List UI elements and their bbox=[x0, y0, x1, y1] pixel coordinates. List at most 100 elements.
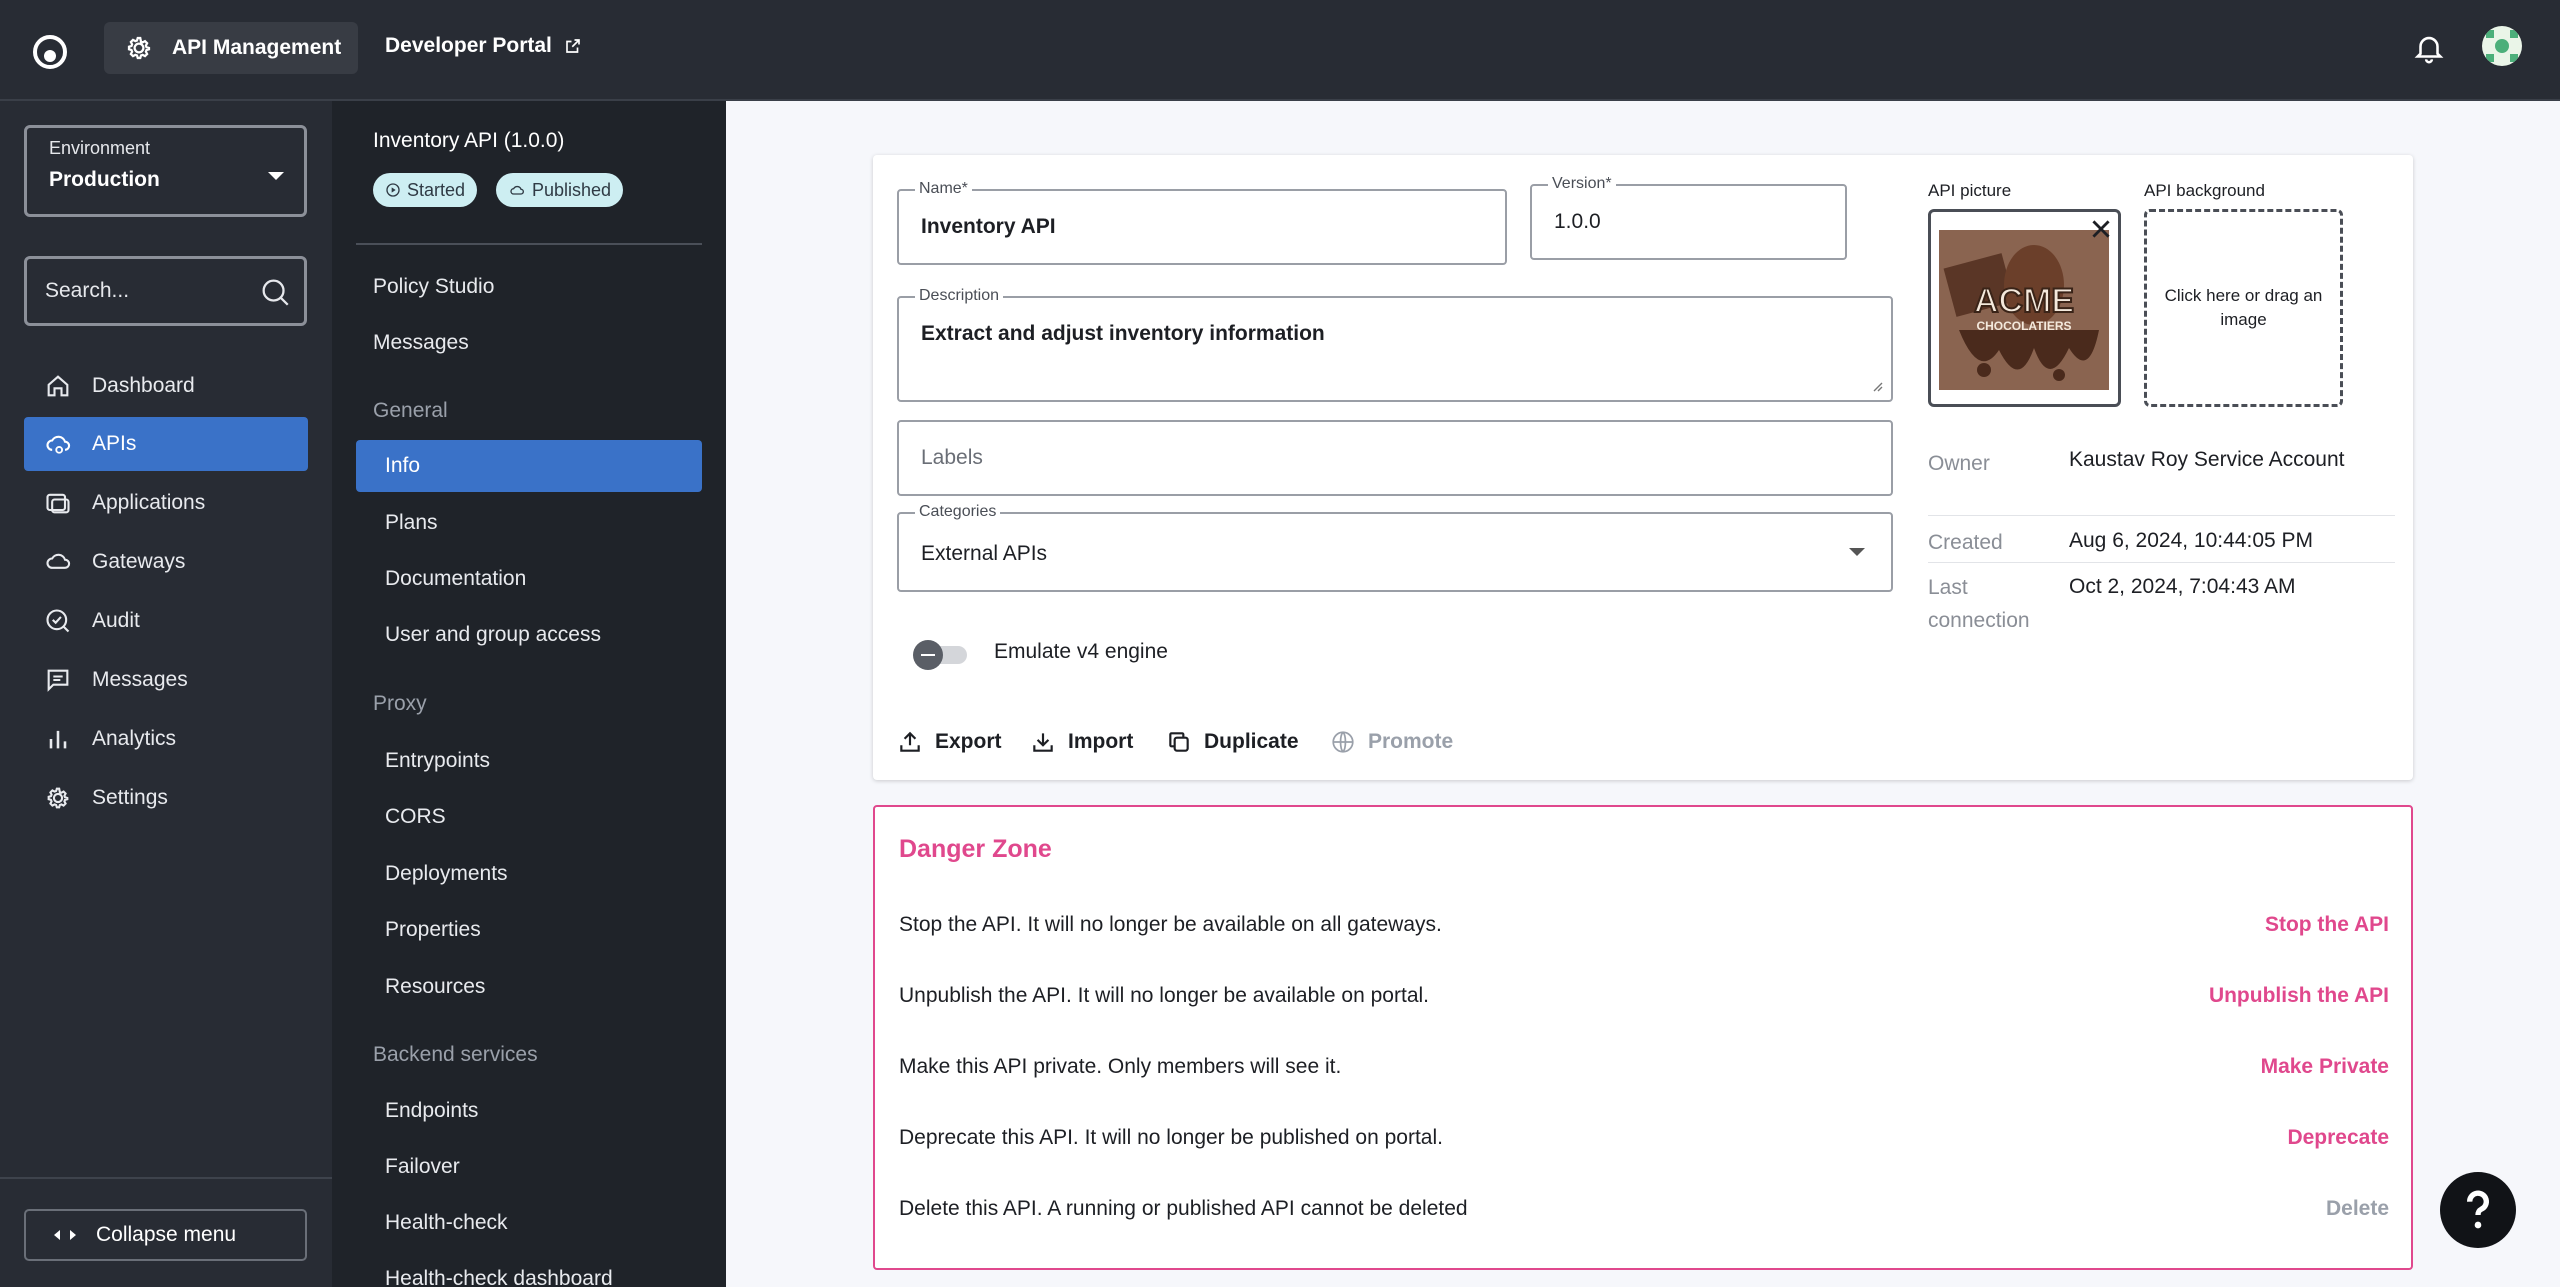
danger-zone-title: Danger Zone bbox=[899, 835, 1052, 863]
delete-button[interactable]: Delete bbox=[2326, 1197, 2389, 1221]
danger-row-text: Stop the API. It will no longer be avail… bbox=[899, 913, 1442, 936]
name-field[interactable]: Name* Inventory API bbox=[897, 180, 1507, 265]
status-badge-started: Started bbox=[373, 173, 478, 207]
subnav-item-user-access[interactable]: User and group access bbox=[356, 609, 702, 661]
sidebar-item-messages[interactable]: Messages bbox=[24, 653, 308, 707]
toggle-knob bbox=[913, 640, 943, 670]
danger-row-text: Delete this API. A running or published … bbox=[899, 1197, 1468, 1220]
subnav-messages[interactable]: Messages bbox=[373, 331, 469, 355]
search-placeholder: Search... bbox=[45, 279, 130, 302]
help-icon bbox=[2466, 1190, 2489, 1229]
analytics-icon bbox=[49, 730, 67, 749]
help-button[interactable] bbox=[2440, 1172, 2516, 1248]
notifications-bell-icon[interactable] bbox=[2412, 30, 2446, 66]
duplicate-label: Duplicate bbox=[1204, 730, 1299, 753]
collapse-menu-label: Collapse menu bbox=[96, 1223, 237, 1246]
play-circle-icon bbox=[386, 183, 400, 197]
api-background-dropzone[interactable]: Click here or drag an image bbox=[2144, 209, 2343, 407]
created-label: Created bbox=[1928, 531, 2003, 554]
danger-row-text: Make this API private. Only members will… bbox=[899, 1055, 1342, 1078]
gateway-icon bbox=[46, 553, 71, 569]
subnav-item-info[interactable]: Info bbox=[356, 440, 702, 492]
cloud-icon bbox=[510, 185, 524, 195]
sidebar-item-analytics[interactable]: Analytics bbox=[24, 712, 308, 766]
environment-select[interactable]: Environment Production bbox=[24, 125, 307, 217]
name-field-label: Name* bbox=[915, 180, 972, 198]
import-button[interactable]: Import bbox=[1030, 729, 1133, 755]
audit-icon bbox=[46, 609, 70, 633]
api-picture-box[interactable]: ACME CHOCOLATIERS bbox=[1928, 209, 2121, 407]
sidebar-item-label: Settings bbox=[92, 786, 168, 809]
sidebar-item-gateways[interactable]: Gateways bbox=[24, 535, 308, 589]
subnav-policy-studio[interactable]: Policy Studio bbox=[373, 275, 494, 299]
home-icon bbox=[47, 375, 69, 397]
environment-label: Environment bbox=[49, 138, 151, 158]
sidebar-item-apis[interactable]: APIs bbox=[24, 417, 308, 471]
description-field-label: Description bbox=[915, 287, 1004, 305]
version-field[interactable]: Version* 1.0.0 bbox=[1530, 175, 1847, 260]
subnav-item-properties[interactable]: Properties bbox=[356, 904, 702, 956]
sidebar-item-label: Dashboard bbox=[92, 374, 195, 397]
emulate-v4-toggle[interactable] bbox=[913, 640, 967, 670]
background-hint: Click here or drag an image bbox=[2164, 286, 2323, 329]
deprecate-button[interactable]: Deprecate bbox=[2287, 1126, 2389, 1150]
upload-icon bbox=[900, 731, 920, 752]
sidebar-item-settings[interactable]: Settings bbox=[24, 771, 308, 825]
sidebar-search-input[interactable]: Search... bbox=[24, 256, 307, 326]
developer-portal-link[interactable]: Developer Portal bbox=[385, 34, 582, 58]
sidebar-item-audit[interactable]: Audit bbox=[24, 594, 308, 648]
badge-label: Published bbox=[532, 179, 612, 200]
subnav-item-documentation[interactable]: Documentation bbox=[356, 553, 702, 605]
search-icon bbox=[262, 279, 289, 306]
api-info-card: Name* Inventory API Version* 1.0.0 Descr… bbox=[873, 155, 2413, 780]
name-field-value: Inventory API bbox=[921, 215, 1056, 238]
subnav-item-failover[interactable]: Failover bbox=[356, 1141, 702, 1193]
export-button[interactable]: Export bbox=[897, 729, 1002, 755]
subnav-item-endpoints[interactable]: Endpoints bbox=[356, 1085, 702, 1137]
meta-divider bbox=[1928, 515, 2395, 516]
danger-row-text: Unpublish the API. It will no longer be … bbox=[899, 984, 1429, 1007]
unpublish-api-button[interactable]: Unpublish the API bbox=[2209, 984, 2389, 1008]
description-field[interactable]: Description Extract and adjust inventory… bbox=[897, 287, 1893, 402]
categories-select[interactable]: Categories External APIs bbox=[897, 503, 1893, 592]
sidebar-item-label: Analytics bbox=[92, 727, 177, 750]
subnav-item-health-dashboard[interactable]: Health-check dashboard bbox=[356, 1253, 702, 1287]
import-label: Import bbox=[1068, 730, 1134, 753]
sidebar-item-applications[interactable]: Applications bbox=[24, 476, 308, 530]
subnav-item-plans[interactable]: Plans bbox=[356, 497, 702, 549]
subnav-divider bbox=[356, 243, 702, 245]
api-management-label: API Management bbox=[172, 36, 342, 59]
categories-field-label: Categories bbox=[915, 503, 1001, 521]
danger-row: Delete this API. A running or published … bbox=[899, 1197, 2389, 1221]
app-logo-icon[interactable] bbox=[30, 32, 70, 72]
stop-api-button[interactable]: Stop the API bbox=[2265, 913, 2389, 937]
subnav-item-health-check[interactable]: Health-check bbox=[356, 1197, 702, 1249]
collapse-menu-button[interactable]: Collapse menu bbox=[24, 1209, 307, 1261]
promote-label: Promote bbox=[1368, 730, 1454, 753]
subnav-item-cors[interactable]: CORS bbox=[356, 791, 702, 843]
top-bar: API Management Developer Portal bbox=[0, 0, 2560, 101]
messages-icon bbox=[47, 669, 69, 692]
categories-field-value: External APIs bbox=[921, 542, 1048, 565]
version-field-label: Version* bbox=[1548, 175, 1616, 193]
close-icon[interactable] bbox=[2088, 216, 2114, 242]
subnav-item-deployments[interactable]: Deployments bbox=[356, 848, 702, 900]
last-connection-value: Oct 2, 2024, 7:04:43 AM bbox=[2069, 575, 2296, 598]
duplicate-button[interactable]: Duplicate bbox=[1166, 729, 1299, 755]
resize-handle-icon[interactable] bbox=[1871, 380, 1883, 392]
subnav-section-proxy: Proxy bbox=[373, 692, 427, 715]
sidebar-item-dashboard[interactable]: Dashboard bbox=[24, 359, 308, 413]
chevron-down-icon bbox=[1849, 548, 1865, 556]
make-private-button[interactable]: Make Private bbox=[2261, 1055, 2389, 1079]
subnav-item-entrypoints[interactable]: Entrypoints bbox=[356, 735, 702, 787]
danger-zone-card: Danger Zone Stop the API. It will no lon… bbox=[873, 805, 2413, 1270]
promote-button[interactable]: Promote bbox=[1330, 729, 1453, 755]
subnav-item-resources[interactable]: Resources bbox=[356, 961, 702, 1013]
labels-input[interactable]: Labels bbox=[897, 420, 1893, 496]
gear-icon bbox=[47, 787, 69, 809]
owner-value: Kaustav Roy Service Account bbox=[2069, 448, 2345, 471]
user-avatar[interactable] bbox=[2482, 26, 2522, 66]
api-subnav: Inventory API (1.0.0) Started Published … bbox=[332, 101, 726, 1287]
download-icon bbox=[1033, 733, 1053, 752]
api-management-button[interactable]: API Management bbox=[104, 22, 358, 74]
